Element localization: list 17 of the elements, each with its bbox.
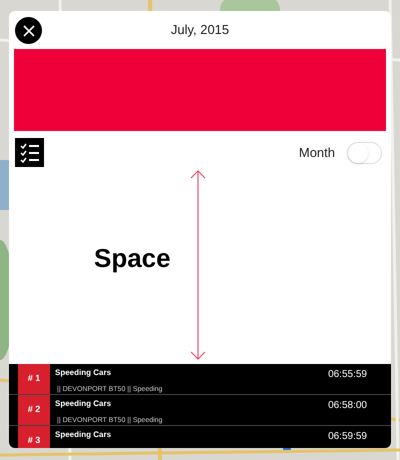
event-title: Speeding Cars — [55, 398, 112, 410]
toggle-label: Month — [298, 144, 335, 162]
checklist-icon[interactable] — [15, 138, 44, 167]
space-label: Space — [94, 242, 171, 275]
event-time: 06:59:59 — [328, 430, 367, 444]
close-icon — [22, 24, 34, 36]
rank-badge: # 2 — [18, 395, 50, 425]
close-button[interactable] — [15, 17, 42, 44]
rank-badge: # 1 — [18, 364, 50, 394]
event-time: 06:55:59 — [328, 368, 367, 382]
rank-badge: # 3 — [18, 426, 50, 448]
month-toggle[interactable] — [347, 142, 382, 164]
event-time: 06:58:00 — [328, 399, 367, 413]
event-row[interactable]: # 3 Speeding Cars 06:59:59 — [9, 426, 391, 448]
event-title: Speeding Cars — [55, 429, 112, 441]
month-title: July, 2015 — [170, 21, 230, 40]
event-title: Speeding Cars — [55, 367, 112, 379]
